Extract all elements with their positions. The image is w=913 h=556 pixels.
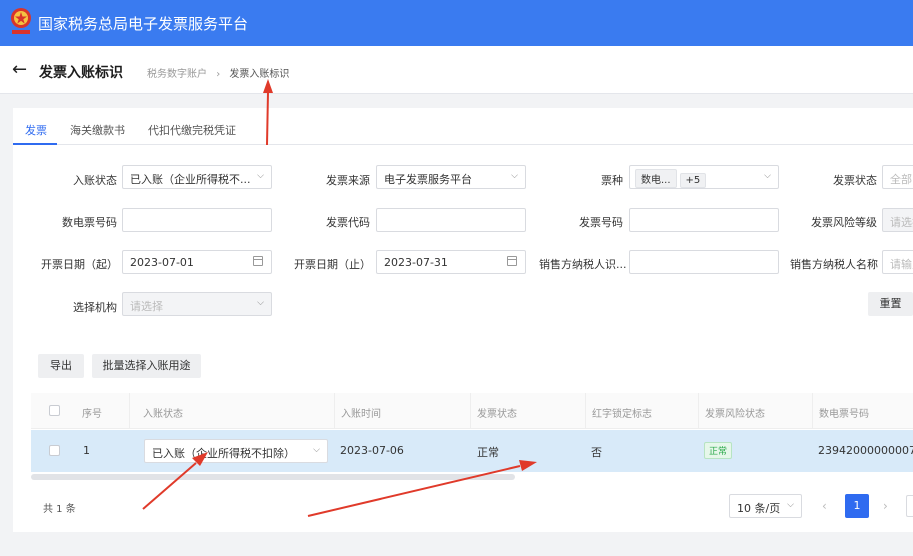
col-shudian-no: 数电票号码 (819, 409, 869, 420)
cell-ruzhang-time: 2023-07-06 (340, 444, 404, 457)
horizontal-scrollbar[interactable] (31, 474, 515, 480)
fapiao-code-label: 发票代码 (326, 216, 370, 229)
ruzhang-status-value: 已入账（企业所得税不... (130, 173, 251, 186)
ruzhang-status-select[interactable]: 已入账（企业所得税不... ⌵ (122, 165, 272, 189)
app-header: 国家税务总局电子发票服务平台 (0, 0, 913, 46)
fapiao-status-select[interactable]: 全部 (882, 165, 913, 189)
fapiao-source-select[interactable]: 电子发票服务平台 ⌵ (376, 165, 526, 189)
page-1-button[interactable]: 1 (845, 494, 869, 518)
batch-select-button[interactable]: 批量选择入账用途 (92, 354, 201, 378)
breadcrumb-current: 发票入账标识 (229, 69, 290, 80)
total-count: 共 1 条 (43, 504, 76, 515)
tax-emblem-icon (11, 8, 31, 34)
cell-ruzhang-status: 已入账（企业所得税不扣除） (152, 447, 295, 460)
jump-page-input[interactable] (906, 495, 913, 517)
tab-bar: 发票 海关缴款书 代扣代缴完税凭证 (13, 108, 913, 145)
page-size-select[interactable]: 10 条/页 ⌵ (729, 494, 802, 518)
date-end-label: 开票日期（止） (294, 258, 371, 271)
chevron-down-icon: ⌵ (764, 171, 771, 181)
col-ruzhang-status: 入账状态 (143, 409, 183, 420)
org-placeholder: 请选择 (130, 300, 163, 313)
tab-daikou[interactable]: 代扣代缴完税凭证 (148, 122, 236, 138)
page-header: ← 发票入账标识 税务数字账户 › 发票入账标识 (0, 46, 913, 94)
date-start-label: 开票日期（起） (41, 258, 118, 271)
cell-fapiao-status: 正常 (477, 446, 499, 459)
date-end-input[interactable]: 2023-07-31 (376, 250, 526, 274)
tab-fapiao[interactable]: 发票 (25, 122, 47, 138)
date-start-value: 2023-07-01 (130, 256, 194, 269)
col-fapiao-status: 发票状态 (477, 409, 517, 420)
chevron-down-icon: ⌵ (511, 171, 518, 181)
main-card: 发票 海关缴款书 代扣代缴完税凭证 入账状态 已入账（企业所得税不... ⌵ 发… (13, 108, 913, 532)
table-row[interactable]: 1 已入账（企业所得税不扣除） ⌵ 2023-07-06 正常 否 正常 239… (31, 430, 913, 472)
page-title: 发票入账标识 (39, 65, 123, 81)
chevron-down-icon: ⌵ (257, 298, 264, 308)
calendar-icon (253, 256, 263, 266)
ruzhang-status-label: 入账状态 (73, 174, 117, 187)
cell-hongzi-lock: 否 (591, 446, 602, 459)
app-title: 国家税务总局电子发票服务平台 (38, 15, 249, 33)
column-divider (334, 393, 335, 429)
date-start-input[interactable]: 2023-07-01 (122, 250, 272, 274)
prev-page-icon[interactable]: ‹ (822, 499, 827, 513)
next-page-icon[interactable]: › (883, 499, 888, 513)
shudian-no-input[interactable] (122, 208, 272, 232)
cell-shudian-no: 23942000000007816 (818, 444, 913, 457)
fapiao-status-placeholder: 全部 (890, 173, 912, 186)
column-divider (129, 393, 130, 429)
column-divider (812, 393, 813, 429)
page-size-value: 10 条/页 (737, 502, 781, 515)
export-button[interactable]: 导出 (38, 354, 84, 378)
select-all-checkbox[interactable] (49, 405, 60, 416)
fapiao-code-input[interactable] (376, 208, 526, 232)
risk-level-select[interactable]: 请选择 (882, 208, 913, 232)
chevron-down-icon: ⌵ (313, 445, 320, 455)
column-divider (470, 393, 471, 429)
seller-name-label: 销售方纳税人名称 (790, 258, 878, 271)
col-ruzhang-time: 入账时间 (341, 409, 381, 420)
row-ruzhang-status-select[interactable]: 已入账（企业所得税不扣除） ⌵ (144, 439, 328, 463)
piaozhong-select[interactable]: 数电... +5 ⌵ (629, 165, 779, 189)
fapiao-status-label: 发票状态 (833, 174, 877, 187)
active-tab-indicator (13, 143, 57, 145)
fapiao-source-value: 电子发票服务平台 (384, 173, 472, 186)
breadcrumb-separator: › (216, 69, 221, 80)
fapiao-no-input[interactable] (629, 208, 779, 232)
seller-name-placeholder: 请输入 (890, 258, 913, 271)
cell-index: 1 (83, 444, 90, 457)
arrow-left-icon[interactable]: ← (12, 59, 27, 80)
seller-taxid-label: 销售方纳税人识... (539, 258, 627, 271)
row-checkbox[interactable] (49, 445, 60, 456)
reset-button[interactable]: 重置 (868, 292, 913, 316)
risk-level-placeholder: 请选择 (890, 216, 913, 229)
breadcrumb-parent[interactable]: 税务数字账户 (147, 69, 207, 80)
shudian-no-label: 数电票号码 (62, 216, 117, 229)
piaozhong-label: 票种 (601, 174, 623, 187)
risk-status-badge: 正常 (704, 442, 733, 459)
org-label: 选择机构 (73, 301, 117, 314)
col-risk-status: 发票风险状态 (705, 409, 765, 420)
risk-level-label: 发票风险等级 (811, 216, 877, 229)
column-divider (585, 393, 586, 429)
seller-taxid-input[interactable] (629, 250, 779, 274)
calendar-icon (507, 256, 517, 266)
piaozhong-tag: 数电... (635, 169, 677, 188)
date-end-value: 2023-07-31 (384, 256, 448, 269)
fapiao-no-label: 发票号码 (579, 216, 623, 229)
piaozhong-more-tag: +5 (679, 173, 707, 188)
tab-haiguan[interactable]: 海关缴款书 (70, 122, 125, 138)
org-select[interactable]: 请选择 ⌵ (122, 292, 272, 316)
chevron-down-icon: ⌵ (257, 171, 264, 181)
chevron-down-icon: ⌵ (787, 500, 794, 510)
column-divider (698, 393, 699, 429)
breadcrumb: 税务数字账户 › 发票入账标识 (147, 65, 289, 80)
col-hongzi-lock: 红字锁定标志 (592, 409, 652, 420)
seller-name-input[interactable]: 请输入 (882, 250, 913, 274)
col-index: 序号 (82, 409, 102, 420)
fapiao-source-label: 发票来源 (326, 174, 370, 187)
table-header: 序号 入账状态 入账时间 发票状态 红字锁定标志 发票风险状态 数电票号码 (31, 393, 913, 429)
